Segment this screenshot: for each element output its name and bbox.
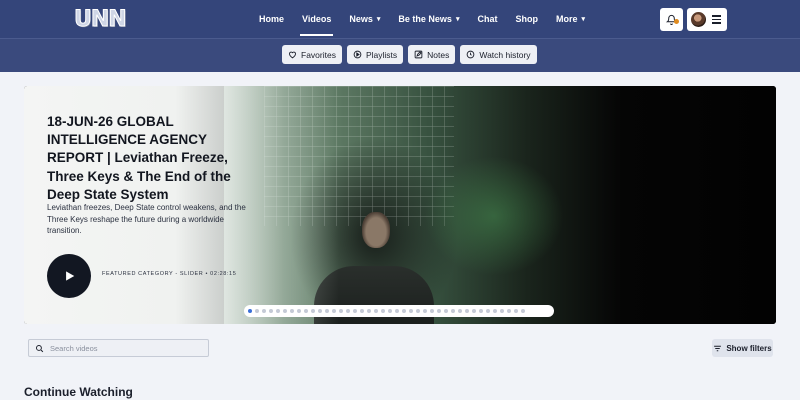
history-icon bbox=[467, 50, 475, 59]
nav-label: Chat bbox=[477, 14, 498, 24]
slider-dot[interactable] bbox=[479, 309, 483, 313]
video-subnav: Favorites Playlists Notes Watch history bbox=[282, 45, 537, 64]
nav-item-videos[interactable]: Videos bbox=[293, 0, 340, 38]
slider-dot[interactable] bbox=[437, 309, 441, 313]
slider-dot[interactable] bbox=[255, 309, 259, 313]
slider-dot[interactable] bbox=[290, 309, 294, 313]
slider-dot[interactable] bbox=[451, 309, 455, 313]
slider-dot[interactable] bbox=[423, 309, 427, 313]
slider-dot[interactable] bbox=[409, 309, 413, 313]
playlist-icon bbox=[353, 50, 362, 59]
notifications-button[interactable] bbox=[660, 8, 683, 31]
slider-dot[interactable] bbox=[507, 309, 511, 313]
slider-dot[interactable] bbox=[269, 309, 273, 313]
nav-item-news[interactable]: News ▾ bbox=[340, 0, 389, 38]
notes-label: Notes bbox=[427, 49, 450, 60]
slider-dot[interactable] bbox=[444, 309, 448, 313]
nav-label: Videos bbox=[302, 14, 332, 24]
site-logo[interactable]: UNN bbox=[74, 6, 128, 32]
featured-video-slider[interactable]: 18-JUN-26 GLOBAL INTELLIGENCE AGENCY REP… bbox=[24, 86, 776, 324]
slider-dot[interactable] bbox=[318, 309, 322, 313]
slider-dot[interactable] bbox=[276, 309, 280, 313]
slider-dot[interactable] bbox=[402, 309, 406, 313]
nav-label: Be the News bbox=[398, 14, 452, 24]
top-navbar: UNN Home Videos News ▾ Be the News ▾ Chat … bbox=[0, 0, 800, 38]
filter-icon bbox=[714, 345, 722, 351]
slider-dot[interactable] bbox=[339, 309, 343, 313]
slider-pagination bbox=[244, 305, 554, 317]
logo-text: UNN bbox=[74, 6, 128, 32]
slider-dot[interactable] bbox=[367, 309, 371, 313]
slider-dot[interactable] bbox=[521, 309, 525, 313]
show-filters-label: Show filters bbox=[726, 343, 772, 353]
play-icon bbox=[66, 271, 75, 281]
search-icon bbox=[36, 344, 44, 352]
watch-history-label: Watch history bbox=[479, 49, 531, 60]
play-button[interactable] bbox=[47, 254, 91, 298]
slider-dot[interactable] bbox=[458, 309, 462, 313]
slider-dot[interactable] bbox=[388, 309, 392, 313]
slider-dot[interactable] bbox=[514, 309, 518, 313]
continue-watching-heading: Continue Watching bbox=[24, 385, 133, 399]
slider-dot[interactable] bbox=[311, 309, 315, 313]
slider-dot[interactable] bbox=[353, 309, 357, 313]
avatar bbox=[691, 12, 706, 27]
slider-dot[interactable] bbox=[262, 309, 266, 313]
slider-dot[interactable] bbox=[486, 309, 490, 313]
hero-description: Leviathan freezes, Deep State control we… bbox=[47, 203, 246, 236]
playlists-label: Playlists bbox=[365, 49, 398, 60]
watch-history-button[interactable]: Watch history bbox=[460, 45, 537, 64]
chevron-down-icon: ▾ bbox=[376, 16, 381, 23]
slider-dot[interactable] bbox=[248, 309, 252, 313]
search-input[interactable] bbox=[50, 343, 200, 353]
nav-item-be-the-news[interactable]: Be the News ▾ bbox=[389, 0, 468, 38]
nav-item-chat[interactable]: Chat bbox=[468, 0, 506, 38]
hamburger-icon bbox=[712, 15, 721, 24]
chevron-down-icon: ▾ bbox=[581, 16, 585, 23]
slider-dot[interactable] bbox=[465, 309, 469, 313]
slider-dot[interactable] bbox=[325, 309, 329, 313]
slider-dot[interactable] bbox=[395, 309, 399, 313]
hero-title[interactable]: 18-JUN-26 GLOBAL INTELLIGENCE AGENCY REP… bbox=[47, 113, 252, 204]
slider-dot[interactable] bbox=[430, 309, 434, 313]
edit-icon bbox=[414, 50, 423, 59]
chevron-down-icon: ▾ bbox=[455, 16, 460, 23]
nav-label: Home bbox=[259, 14, 285, 24]
playlists-button[interactable]: Playlists bbox=[346, 45, 404, 64]
nav-label: News bbox=[349, 14, 373, 24]
slider-dot[interactable] bbox=[297, 309, 301, 313]
search-box[interactable] bbox=[28, 339, 209, 357]
favorites-button[interactable]: Favorites bbox=[282, 45, 342, 64]
nav-label: More bbox=[555, 14, 578, 24]
main-nav: Home Videos News ▾ Be the News ▾ Chat Shop… bbox=[250, 0, 594, 38]
nav-item-shop[interactable]: Shop bbox=[506, 0, 547, 38]
user-menu-button[interactable] bbox=[687, 8, 727, 31]
hero-meta: FEATURED CATEGORY - SLIDER • 02:28:15 bbox=[102, 271, 237, 277]
slider-dot[interactable] bbox=[493, 309, 497, 313]
slider-dot[interactable] bbox=[304, 309, 308, 313]
slider-dot[interactable] bbox=[283, 309, 287, 313]
notes-button[interactable]: Notes bbox=[408, 45, 456, 64]
slider-dot[interactable] bbox=[472, 309, 476, 313]
slider-dot[interactable] bbox=[346, 309, 350, 313]
heart-icon bbox=[289, 51, 296, 59]
slider-dot[interactable] bbox=[381, 309, 385, 313]
show-filters-button[interactable]: Show filters bbox=[712, 339, 773, 357]
favorites-label: Favorites bbox=[301, 49, 336, 60]
sub-navbar: Favorites Playlists Notes Watch history bbox=[0, 38, 800, 72]
studio-light bbox=[424, 156, 564, 276]
notification-dot bbox=[674, 19, 679, 24]
slider-dot[interactable] bbox=[374, 309, 378, 313]
slider-dot[interactable] bbox=[500, 309, 504, 313]
nav-item-more[interactable]: More ▾ bbox=[547, 0, 594, 38]
nav-item-home[interactable]: Home bbox=[250, 0, 293, 38]
slider-dot[interactable] bbox=[360, 309, 364, 313]
nav-label: Shop bbox=[515, 14, 538, 24]
slider-dot[interactable] bbox=[332, 309, 336, 313]
slider-dot[interactable] bbox=[416, 309, 420, 313]
